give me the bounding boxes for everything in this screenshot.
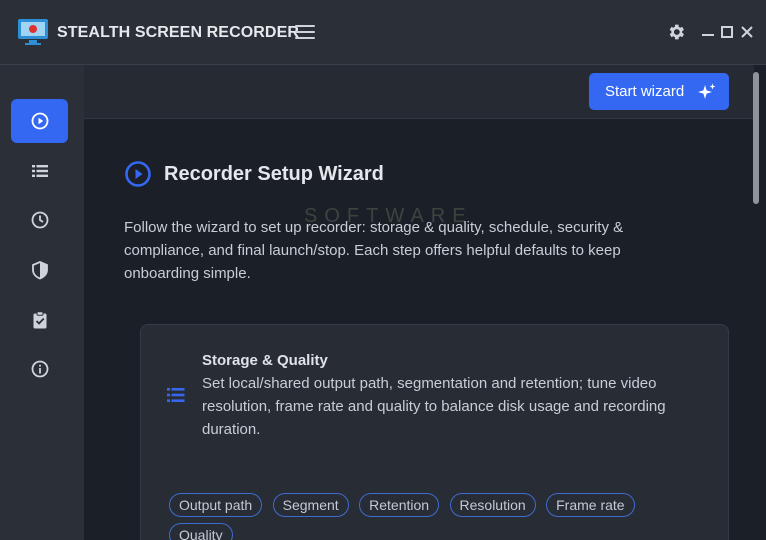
app-title: STEALTH SCREEN RECORDER <box>57 24 300 41</box>
sidebar-item-wizard[interactable] <box>11 99 68 143</box>
chip-retention[interactable]: Retention <box>359 493 440 517</box>
sidebar <box>0 65 84 540</box>
chip-resolution[interactable]: Resolution <box>449 493 536 517</box>
wizard-description: Follow the wizard to set up recorder: st… <box>124 219 624 282</box>
maximize-icon[interactable] <box>717 22 737 42</box>
card-description: Set local/shared output path, segmentati… <box>202 375 666 438</box>
gear-icon[interactable] <box>666 22 686 42</box>
clock-icon <box>31 211 48 229</box>
scroll-thumb[interactable] <box>753 72 759 204</box>
start-wizard-button[interactable]: Start wizard <box>589 73 729 110</box>
chip-frame-rate[interactable]: Frame rate <box>546 493 635 517</box>
close-icon[interactable] <box>737 22 757 42</box>
title-bar: STEALTH SCREEN RECORDER <box>0 0 766 65</box>
storage-quality-card: Storage & Quality Set local/shared outpu… <box>140 324 729 540</box>
chip-list: Output path Segment Retention Resolution… <box>169 493 709 540</box>
monitor-record-icon <box>18 19 48 45</box>
clipboard-check-icon <box>33 311 46 329</box>
minimize-icon[interactable] <box>698 22 718 42</box>
sidebar-item-about[interactable] <box>11 347 68 391</box>
sidebar-item-security[interactable] <box>11 248 68 292</box>
sidebar-item-schedule[interactable] <box>11 198 68 242</box>
start-wizard-label: Start wizard <box>605 83 685 100</box>
card-title: Storage & Quality <box>202 352 328 369</box>
list-icon <box>167 388 185 402</box>
hamburger-icon[interactable] <box>295 25 315 41</box>
chip-quality[interactable]: Quality <box>169 523 233 540</box>
info-icon <box>31 360 48 378</box>
top-toolbar: Start wizard <box>84 65 754 119</box>
sidebar-item-launch[interactable] <box>11 298 68 342</box>
sidebar-item-storage[interactable] <box>11 149 68 193</box>
vertical-scrollbar[interactable] <box>750 65 766 540</box>
play-circle-icon <box>125 161 151 187</box>
shield-icon <box>31 261 48 280</box>
chip-segment[interactable]: Segment <box>272 493 349 517</box>
sparkle-icon <box>698 83 716 99</box>
main-content: Start wizard Recorder Setup Wizard SOFTW… <box>84 65 766 540</box>
page-title: Recorder Setup Wizard <box>164 163 384 185</box>
chip-output-path[interactable]: Output path <box>169 493 263 517</box>
play-circle-icon <box>31 112 48 130</box>
list-icon <box>31 165 48 177</box>
